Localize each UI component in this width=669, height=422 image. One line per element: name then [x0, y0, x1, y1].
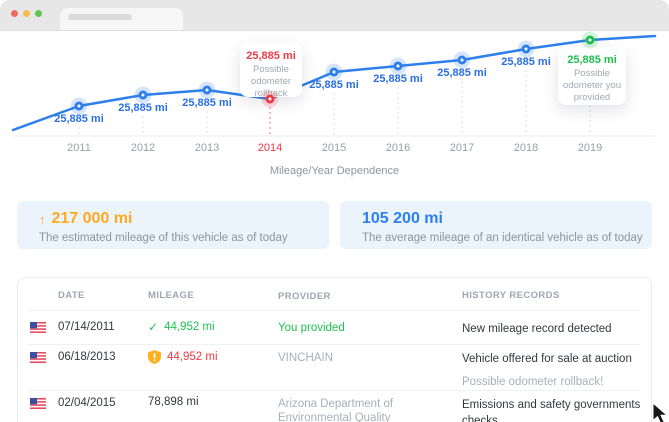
us-flag-icon	[30, 322, 46, 333]
column-header-history-records: HISTORY RECORDS	[462, 290, 641, 301]
history-record-text: Vehicle offered for sale at auction	[462, 353, 632, 365]
table-row: 06/18/2013 44,952 mi VINCHAINVehicle offer…	[18, 345, 651, 391]
record-provider: You provided	[278, 321, 460, 335]
browser-tab[interactable]	[60, 8, 183, 30]
table-header: DATE MILEAGE PROVIDERHISTORY RECORDS	[18, 278, 651, 311]
window-chrome	[0, 0, 669, 31]
record-date: 06/18/2013	[58, 351, 116, 363]
mileage-cell: ✓ 44,952 mi	[148, 320, 215, 334]
chart-year-2014: 2014	[258, 142, 282, 154]
history-record-text: Emissions and safety governments checks	[462, 399, 640, 422]
estimated-mileage-card: ↑ 217 000 mi The estimated mileage of th…	[17, 201, 329, 249]
chart-year-2011: 2011	[67, 142, 91, 154]
chart-point-2018[interactable]	[522, 45, 531, 54]
alert-tooltip: 25,885 miPossible odometer rollback	[240, 43, 302, 97]
mileage-cell: 78,898 mi	[148, 396, 199, 408]
chart-point-2015[interactable]	[330, 68, 339, 77]
tab-title-placeholder	[68, 14, 132, 20]
average-mileage-card: 105 200 mi The average mileage of an ide…	[340, 201, 652, 249]
history-record-text: Possible odometer rollback!	[462, 376, 603, 388]
arrow-up-icon: ↑	[39, 212, 46, 227]
check-icon: ✓	[148, 320, 158, 334]
mileage-cell: 44,952 mi	[148, 350, 218, 364]
warning-shield-icon	[148, 350, 161, 364]
chart-point-2016[interactable]	[394, 62, 403, 71]
column-header-mileage: MILEAGE	[148, 290, 194, 301]
record-mileage: 44,952 mi	[164, 321, 215, 333]
average-mileage-description: The average mileage of an identical vehi…	[362, 232, 652, 244]
mouse-cursor	[652, 402, 669, 422]
table-row: 07/14/2011 ✓ 44,952 mi You providedNew mile…	[18, 311, 651, 345]
minimize-window-button[interactable]	[23, 10, 30, 17]
chart-mileage-label-2017: 25,885 mi	[437, 67, 487, 79]
history-record-text: New mileage record detected	[462, 323, 612, 335]
column-header-date: DATE	[58, 290, 85, 301]
chart-year-2018: 2018	[514, 142, 538, 154]
column-header-provider: PROVIDER	[278, 290, 460, 304]
estimated-mileage-value: 217 000 mi	[52, 210, 133, 228]
close-window-button[interactable]	[11, 10, 18, 17]
us-flag-icon	[30, 398, 46, 409]
history-records-cell: New mileage record detected	[462, 321, 641, 337]
chart-mileage-label-2013: 25,885 mi	[182, 97, 232, 109]
chart-year-2019: 2019	[578, 142, 602, 154]
chart-mileage-label-2011: 25,885 mi	[54, 113, 104, 125]
us-flag-icon	[30, 352, 46, 363]
maximize-window-button[interactable]	[35, 10, 42, 17]
record-date: 02/04/2015	[58, 397, 116, 409]
record-provider: Arizona Department of Environmental Qual…	[278, 397, 460, 422]
chart-point-2014[interactable]	[266, 95, 275, 104]
tooltip-note: Possible odometer you provided	[558, 68, 626, 104]
record-mileage: 78,898 mi	[148, 396, 199, 408]
record-mileage: 44,952 mi	[167, 351, 218, 363]
history-records-cell: Emissions and safety governments checksR…	[462, 397, 641, 422]
chart-year-2016: 2016	[386, 142, 410, 154]
chart-point-2017[interactable]	[458, 56, 467, 65]
estimated-mileage-description: The estimated mileage of this vehicle as…	[39, 232, 329, 244]
chart-mileage-label-2015: 25,885 mi	[309, 79, 359, 91]
record-date: 07/14/2011	[58, 321, 115, 333]
chart-point-2012[interactable]	[139, 91, 148, 100]
browser-window: 25,885 mi 2011 25,885 mi 2012 25,885 mi 2013 2…	[0, 0, 669, 422]
mileage-history-table: DATE MILEAGE PROVIDERHISTORY RECORDS 07/14/…	[17, 277, 652, 422]
chart-year-2017: 2017	[450, 142, 474, 154]
tooltip-mileage-value: 25,885 mi	[558, 54, 626, 66]
chart-mileage-label-2016: 25,885 mi	[373, 73, 423, 85]
chart-year-2013: 2013	[195, 142, 219, 154]
chart-point-2011[interactable]	[75, 102, 84, 111]
table-row: 02/04/2015 78,898 mi Arizona Department of…	[18, 391, 651, 422]
success-tooltip: 25,885 mi Possible odometer you provided	[558, 47, 626, 105]
chart-caption: Mileage/Year Dependence	[0, 165, 669, 177]
chart-mileage-label-2012: 25,885 mi	[118, 102, 168, 114]
tooltip-mileage-value: 25,885 mi	[240, 50, 302, 62]
record-provider: VINCHAIN	[278, 351, 460, 365]
chart-point-2013[interactable]	[203, 86, 212, 95]
chart-year-2012: 2012	[131, 142, 155, 154]
average-mileage-value: 105 200 mi	[362, 210, 443, 228]
chart-mileage-label-2018: 25,885 mi	[501, 56, 551, 68]
history-records-cell: Vehicle offered for sale at auction Possi…	[462, 351, 641, 390]
chart-point-2019[interactable]	[586, 36, 595, 45]
chart-year-2015: 2015	[322, 142, 346, 154]
